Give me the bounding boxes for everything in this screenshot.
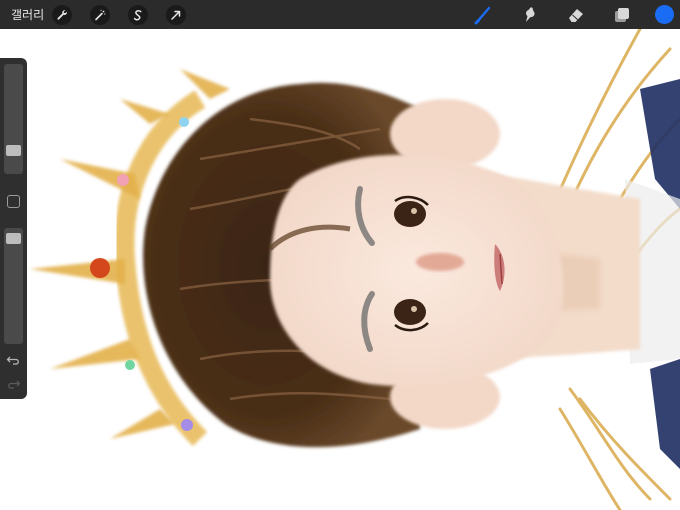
modify-button[interactable] [7, 195, 20, 208]
brush-size-slider[interactable] [4, 64, 23, 174]
layers-icon[interactable] [611, 4, 633, 26]
opacity-slider[interactable] [4, 228, 23, 344]
gem-purple [181, 419, 193, 431]
actions-wrench-icon[interactable] [52, 4, 73, 25]
clothing-bottom [650, 359, 680, 469]
gem-pink [117, 174, 129, 186]
nose-blush [416, 253, 464, 271]
left-sidebar [0, 58, 27, 399]
adjustments-wand-icon[interactable] [90, 4, 111, 25]
face [270, 154, 564, 387]
smudge-icon[interactable] [519, 4, 541, 26]
selection-s-icon[interactable] [128, 4, 149, 25]
opacity-thumb[interactable] [6, 233, 21, 244]
gem-blue [179, 117, 189, 127]
brush-size-thumb[interactable] [6, 145, 21, 156]
drawing-canvas[interactable] [0, 29, 680, 510]
eraser-icon[interactable] [565, 4, 587, 26]
gem-red [90, 258, 110, 278]
brush-icon[interactable] [473, 4, 495, 26]
gem-green [125, 360, 135, 370]
undo-icon[interactable] [6, 352, 21, 367]
eye-top [394, 201, 426, 227]
right-toolbar [449, 0, 680, 29]
eye-bottom [394, 299, 426, 325]
redo-icon[interactable] [6, 376, 21, 391]
top-toolbar: 갤러리 [0, 0, 680, 29]
transform-arrow-icon[interactable] [166, 4, 187, 25]
gallery-button[interactable]: 갤러리 [11, 6, 44, 23]
color-picker-button[interactable] [655, 5, 674, 24]
painting-artwork [30, 29, 680, 510]
